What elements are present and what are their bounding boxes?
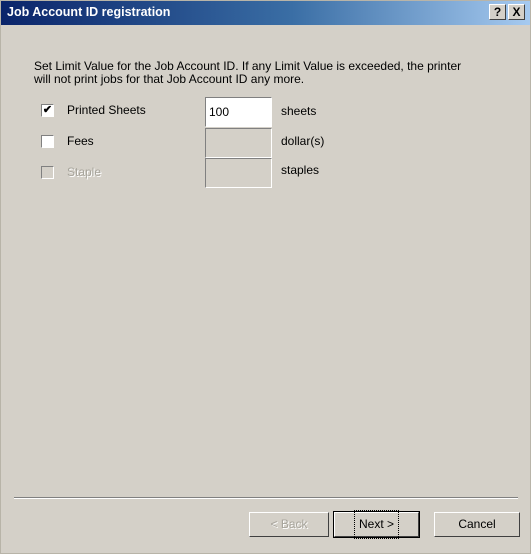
staple-input[interactable] [205,158,272,188]
next-button[interactable]: Next > [333,510,420,539]
printed-sheets-label: Printed Sheets [67,103,146,117]
help-button[interactable]: ? [489,4,506,20]
close-button[interactable]: X [508,4,525,20]
title-bar[interactable]: Job Account ID registration ? X [1,1,530,25]
fees-checkbox[interactable] [41,135,54,148]
check-icon: ✔ [42,104,53,116]
printed-sheets-unit: sheets [281,104,317,118]
close-icon: X [512,5,521,19]
printed-sheets-checkbox[interactable]: ✔ [41,104,54,117]
cancel-button[interactable]: Cancel [434,512,520,537]
back-button-label: < Back [270,517,308,531]
printed-sheets-input[interactable] [205,97,272,127]
staple-unit: staples [281,163,320,177]
dialog-title: Job Account ID registration [7,5,171,19]
cancel-button-label: Cancel [458,517,496,531]
dialog-window: Job Account ID registration ? X Set Limi… [0,0,531,554]
fees-input[interactable] [205,128,272,158]
staple-label: Staple [67,165,102,179]
back-button[interactable]: < Back [249,512,329,537]
fees-unit: dollar(s) [281,134,325,148]
staple-checkbox[interactable] [41,166,54,179]
button-separator [14,497,518,499]
instructions-text: Set Limit Value for the Job Account ID. … [34,59,462,86]
fees-label: Fees [67,134,94,148]
next-button-label: Next > [353,510,400,539]
